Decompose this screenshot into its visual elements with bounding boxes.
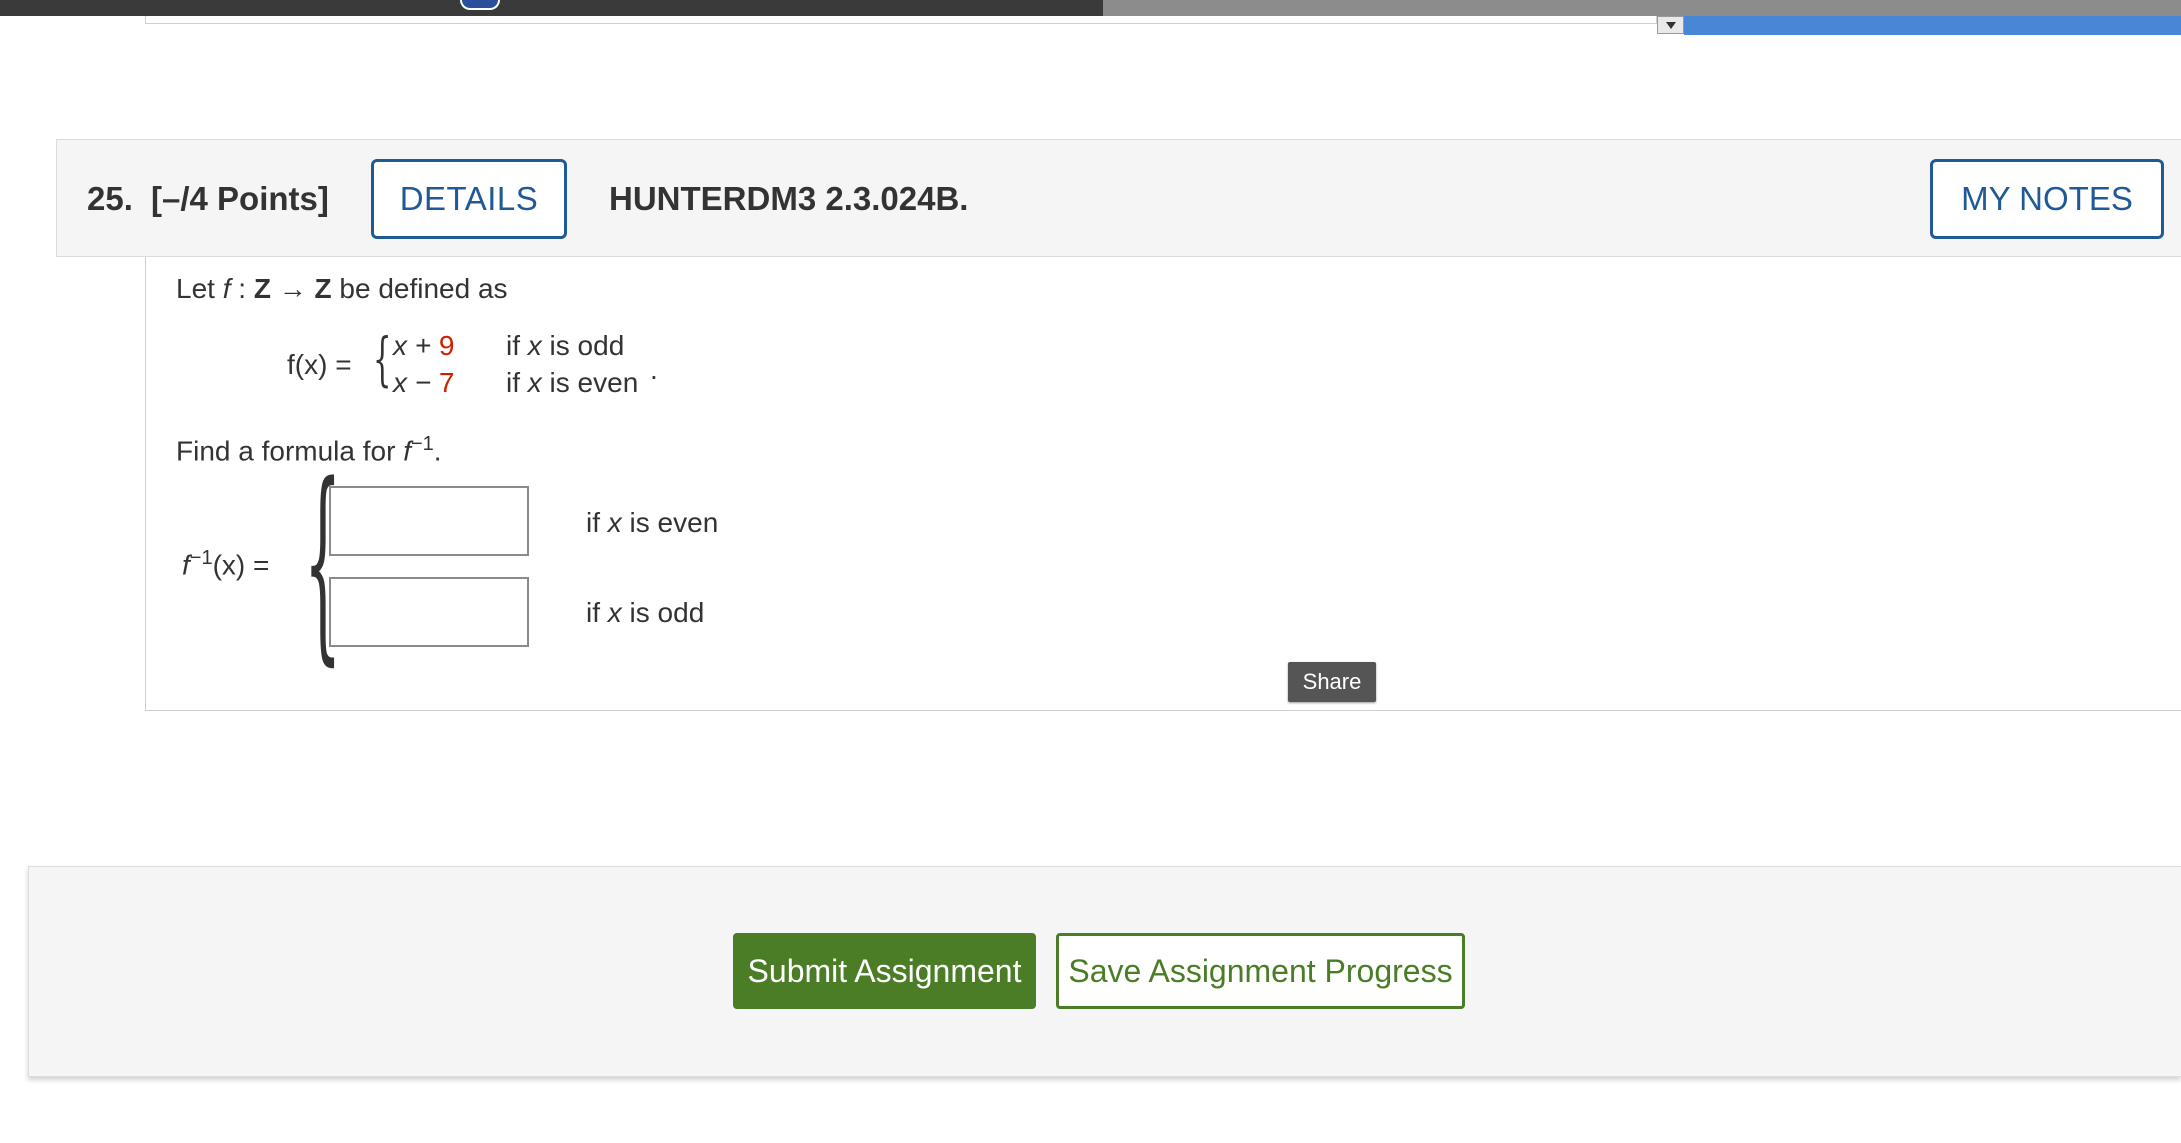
save-progress-button[interactable]: Save Assignment Progress	[1056, 933, 1465, 1009]
top-toolbar	[0, 0, 1103, 16]
case2-var: x	[527, 367, 542, 398]
top-toolbar-right	[1103, 0, 2181, 16]
case1-var: x	[527, 330, 542, 361]
intro-f: f	[222, 273, 231, 304]
question-points: [–/4 Points]	[151, 180, 329, 217]
finv-rest: (x) =	[212, 549, 270, 581]
intro-rest: be defined as	[331, 273, 508, 304]
answer-input-even[interactable]	[329, 486, 529, 556]
answer2-rest: is odd	[621, 597, 705, 628]
case1-constant: 9	[438, 330, 455, 361]
find-f: f	[403, 435, 411, 467]
piecewise-brace: {	[373, 325, 392, 393]
case1-condition: if x is odd	[506, 330, 624, 362]
finv-f: f	[182, 549, 190, 581]
question-body: Let f : Z → Z be defined as f(x) = { x +…	[145, 257, 2181, 711]
intro-colon: :	[230, 273, 254, 304]
previous-question-panel	[145, 16, 1657, 24]
problem-intro: Let f : Z → Z be defined as	[176, 273, 508, 305]
intro-codomain: Z	[314, 273, 332, 304]
intro-domain: Z	[253, 273, 271, 304]
finverse-label: f−1(x) =	[182, 547, 269, 581]
answer2-condition: if x is odd	[586, 597, 704, 629]
case2-condition: if x is even	[506, 367, 638, 399]
definition-period: .	[650, 354, 658, 385]
case1-expression: x + 9	[393, 330, 455, 362]
highlight-bar	[1684, 16, 2181, 35]
case1-if: if	[506, 330, 528, 361]
share-button[interactable]: Share	[1288, 662, 1376, 702]
dropdown-button[interactable]	[1657, 16, 1684, 34]
case2-constant: 7	[438, 367, 455, 398]
answer1-var: x	[607, 507, 622, 538]
question-code: HUNTERDM3 2.3.024B.	[609, 180, 969, 217]
find-text: Find a formula for	[176, 435, 404, 467]
case2-expression: x − 7	[393, 367, 455, 399]
intro-arrow: →	[270, 273, 315, 304]
answer2-if: if	[586, 597, 608, 628]
fx-label: f(x) =	[287, 349, 352, 380]
answer1-rest: is even	[621, 507, 719, 538]
answer2-var: x	[607, 597, 622, 628]
question-header: 25. [–/4 Points] DETAILS HUNTERDM3 2.3.0…	[56, 139, 2181, 257]
case2-x: x −	[393, 367, 439, 398]
intro-let: Let	[176, 273, 215, 304]
assignment-footer: Submit Assignment Save Assignment Progre…	[28, 866, 2181, 1077]
caret-down-icon	[1666, 22, 1676, 29]
finv-superscript: −1	[189, 547, 213, 569]
question-number: 25.	[87, 180, 133, 217]
answer1-condition: if x is even	[586, 507, 718, 539]
find-end: .	[433, 435, 442, 467]
details-button[interactable]: DETAILS	[371, 159, 567, 239]
case1-rest: is odd	[541, 330, 625, 361]
case1-x: x +	[393, 330, 439, 361]
my-notes-button[interactable]: MY NOTES	[1930, 159, 2164, 239]
logo-icon	[460, 0, 500, 10]
submit-assignment-button[interactable]: Submit Assignment	[733, 933, 1036, 1009]
case2-rest: is even	[541, 367, 639, 398]
case2-if: if	[506, 367, 528, 398]
answer-input-odd[interactable]	[329, 577, 529, 647]
find-superscript: −1	[410, 433, 434, 455]
answer1-if: if	[586, 507, 608, 538]
